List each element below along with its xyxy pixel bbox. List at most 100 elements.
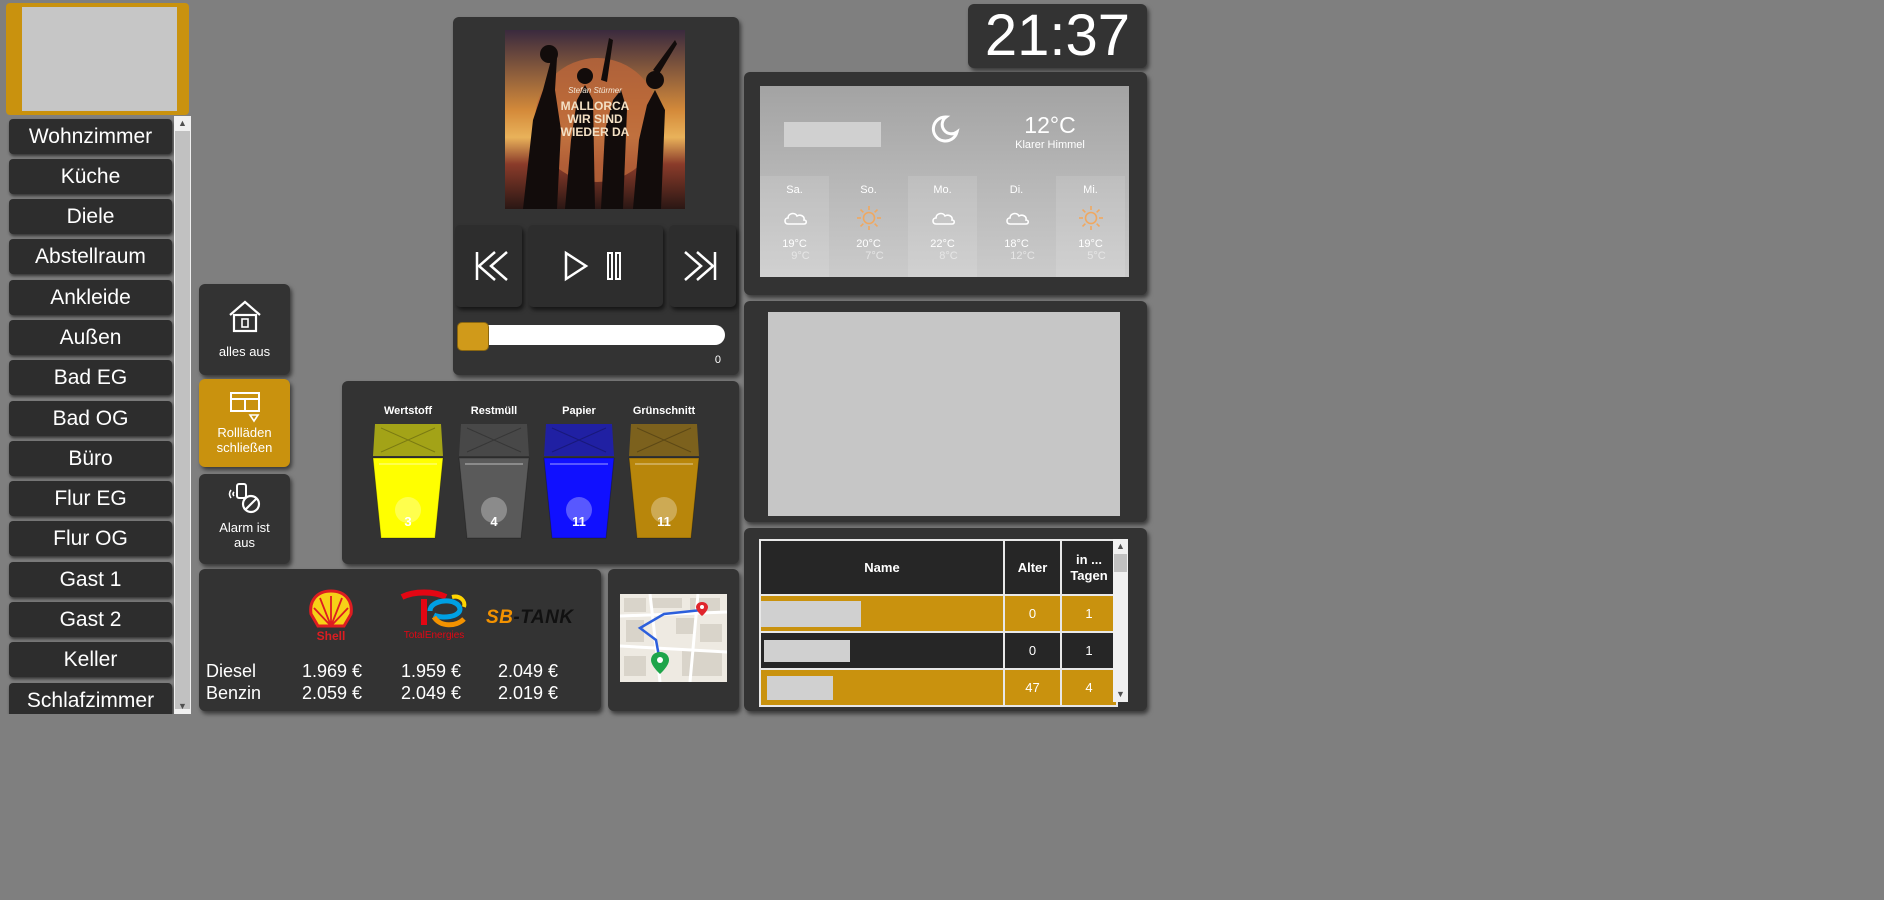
scrollbar-thumb[interactable] xyxy=(1114,554,1127,572)
room-button-gast-1[interactable]: Gast 1 xyxy=(9,562,172,597)
scroll-down-icon[interactable]: ▼ xyxy=(174,699,191,714)
trash-bin-1[interactable]: Wertstoff 3 xyxy=(368,405,448,542)
table-row[interactable]: 0 1 xyxy=(759,631,1118,670)
forecast-high: 19°C xyxy=(782,238,807,250)
trash-bin-label: Papier xyxy=(562,405,596,417)
alarm-off-icon xyxy=(228,483,260,514)
room-button-wohnzimmer[interactable]: Wohnzimmer xyxy=(9,119,172,154)
album-cover[interactable]: Stefan Stürmer MALLORCA WIR SIND WIEDER … xyxy=(505,30,685,209)
diesel-price-shell: 1.969 € xyxy=(302,661,363,681)
trash-bin-2[interactable]: Restmüll 4 xyxy=(454,405,534,542)
next-icon xyxy=(684,251,717,281)
forecast-day: Mi. 19°C 5°C xyxy=(1056,176,1125,277)
current-condition: Klarer Himmel xyxy=(1015,139,1085,151)
forecast-day-name: So. xyxy=(860,184,877,196)
play-pause-button[interactable] xyxy=(528,225,663,307)
room-button-schlafzimmer[interactable]: Schlafzimmer xyxy=(9,683,172,714)
cell-alter: 47 xyxy=(1003,668,1062,707)
next-track-button[interactable] xyxy=(669,225,736,307)
room-button-bad-og[interactable]: Bad OG xyxy=(9,401,172,436)
column-header-alter[interactable]: Alter xyxy=(1003,539,1062,596)
scrollbar-thumb[interactable] xyxy=(175,131,190,709)
close-shutters-button[interactable]: Rollläden schließen xyxy=(199,379,290,467)
room-button-gast-2[interactable]: Gast 2 xyxy=(9,602,172,637)
room-button-flur-eg[interactable]: Flur EG xyxy=(9,481,172,516)
totalenergies-brand-label: TotalEnergies xyxy=(403,630,465,641)
room-navigation-list: Wohnzimmer Küche Diele Abstellraum Ankle… xyxy=(6,116,174,714)
cell-tage: 1 xyxy=(1060,594,1118,633)
trash-bin-label: Restmüll xyxy=(470,405,518,417)
scroll-up-icon[interactable]: ▲ xyxy=(1113,539,1128,554)
map-panel[interactable] xyxy=(608,569,739,711)
forecast-low: 9°C xyxy=(791,250,810,262)
waste-collection-panel: Wertstoff 3 Restmüll 4 Papier 11 Grünschnitt 11 xyxy=(342,381,739,564)
cloud-icon xyxy=(783,212,807,225)
room-button-buero[interactable]: Büro xyxy=(9,441,172,476)
benzin-price-total: 2.049 € xyxy=(401,683,462,703)
forecast-day-name: Mo. xyxy=(933,184,952,196)
room-list-scrollbar[interactable]: ▲ ▼ xyxy=(174,116,191,714)
name-placeholder xyxy=(761,600,861,627)
column-header-in-tagen[interactable]: in ... Tagen xyxy=(1060,539,1118,596)
column-header-in-line1: in ... xyxy=(1076,551,1102,567)
alarm-button[interactable]: Alarm ist aus xyxy=(199,474,290,564)
forecast-low: 8°C xyxy=(939,250,958,262)
table-row[interactable]: 47 4 xyxy=(759,668,1118,707)
location-placeholder xyxy=(784,122,881,147)
column-header-in-line2: Tagen xyxy=(1070,567,1108,583)
forecast-day-name: Mi. xyxy=(1083,184,1098,196)
scroll-down-icon[interactable]: ▼ xyxy=(1113,687,1128,702)
benzin-label: Benzin xyxy=(206,683,262,703)
trash-days-badge: 4 xyxy=(490,514,498,529)
room-button-flur-og[interactable]: Flur OG xyxy=(9,521,172,556)
previous-track-button[interactable] xyxy=(455,225,522,307)
weather-panel: 12°C Klarer Himmel Sa. 19°C 9°C So. 20°C 7°C M… xyxy=(744,72,1147,295)
camera-image-placeholder[interactable] xyxy=(768,312,1120,516)
trash-bin-4[interactable]: Grünschnitt 11 xyxy=(624,405,704,542)
room-button-bad-eg[interactable]: Bad EG xyxy=(9,360,172,395)
forecast-day: Di. 18°C 12°C xyxy=(982,176,1051,277)
alarm-label-1: Alarm ist xyxy=(219,520,270,535)
room-button-aussen[interactable]: Außen xyxy=(9,320,172,355)
trash-days-badge: 3 xyxy=(404,514,412,529)
media-player-panel: Stefan Stürmer MALLORCA WIR SIND WIEDER … xyxy=(453,17,739,375)
column-header-name[interactable]: Name xyxy=(759,539,1005,596)
seek-position-value: 0 xyxy=(714,354,721,366)
trash-days-badge: 11 xyxy=(572,514,586,529)
benzin-price-shell: 2.059 € xyxy=(302,683,363,703)
trash-days-badge: 11 xyxy=(657,514,671,529)
seek-handle[interactable] xyxy=(457,322,489,351)
room-button-keller[interactable]: Keller xyxy=(9,642,172,677)
forecast-day-name: Di. xyxy=(1009,184,1024,196)
room-button-diele[interactable]: Diele xyxy=(9,199,172,234)
name-placeholder xyxy=(764,639,850,662)
name-placeholder xyxy=(767,675,833,700)
seek-bar[interactable] xyxy=(461,325,725,345)
table-row[interactable]: 0 1 xyxy=(759,594,1118,633)
forecast-day: Mo. 22°C 8°C xyxy=(908,176,977,277)
table-scrollbar[interactable]: ▲ ▼ xyxy=(1113,539,1128,702)
clock: 21:37 xyxy=(968,4,1147,68)
shutter-icon xyxy=(229,392,260,423)
cell-alter: 0 xyxy=(1003,631,1062,670)
cloud-icon xyxy=(1005,212,1029,225)
home-logo-tile[interactable] xyxy=(6,3,189,115)
sb-tank-logo: SB-TANK xyxy=(486,607,574,628)
all-off-button[interactable]: alles aus xyxy=(199,284,290,375)
room-button-kueche[interactable]: Küche xyxy=(9,159,172,194)
sun-icon xyxy=(856,206,881,230)
trash-bin-label: Grünschnitt xyxy=(632,405,696,417)
alarm-label-2: aus xyxy=(234,535,255,550)
scroll-up-icon[interactable]: ▲ xyxy=(174,116,191,131)
totalenergies-logo-icon xyxy=(400,589,467,628)
weather-widget[interactable]: 12°C Klarer Himmel Sa. 19°C 9°C So. 20°C 7°C M… xyxy=(760,86,1129,277)
map-route-icon xyxy=(620,594,727,682)
room-button-abstellraum[interactable]: Abstellraum xyxy=(9,239,172,274)
close-shutters-label-1: Rollläden xyxy=(217,425,272,440)
room-button-ankleide[interactable]: Ankleide xyxy=(9,280,172,315)
trash-bin-3[interactable]: Papier 11 xyxy=(539,405,619,542)
diesel-label: Diesel xyxy=(206,661,257,681)
close-shutters-label-2: schließen xyxy=(216,440,273,455)
forecast-low: 7°C xyxy=(865,250,884,262)
forecast-low: 5°C xyxy=(1087,250,1106,262)
